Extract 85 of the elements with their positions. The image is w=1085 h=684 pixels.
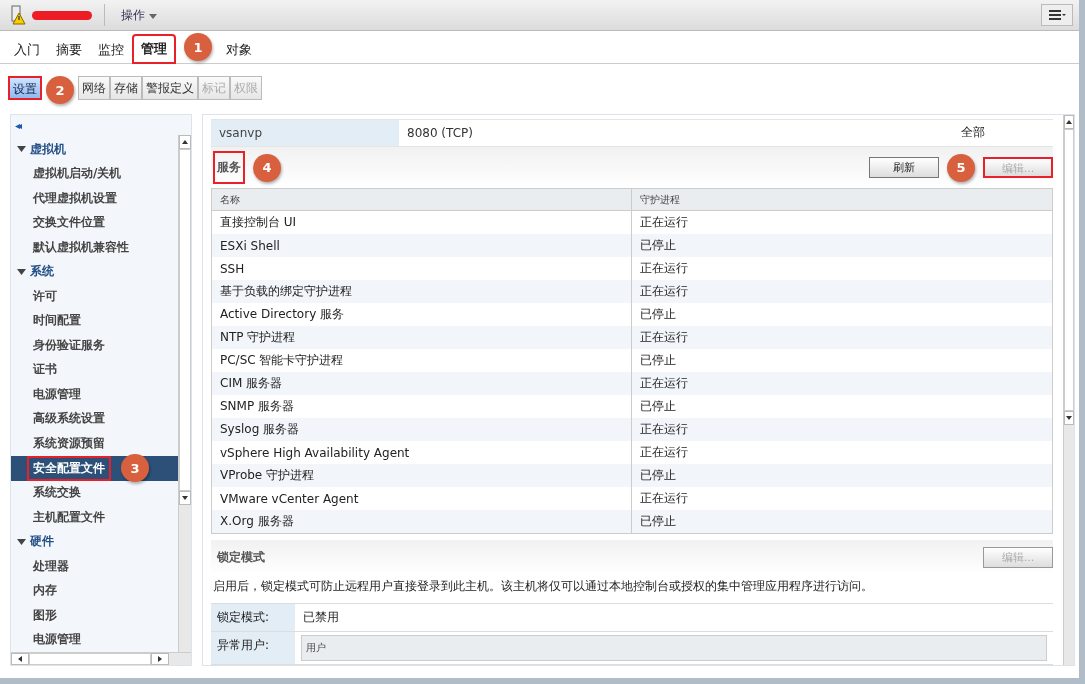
sidebar-item[interactable]: 安全配置文件 xyxy=(27,455,111,481)
table-cell: X.Org 服务器 xyxy=(212,510,632,534)
sidebar-item[interactable]: 身份验证服务 xyxy=(33,336,105,354)
property-value: 已禁用 xyxy=(302,609,340,626)
sidebar-item[interactable]: 代理虚拟机设置 xyxy=(33,189,117,207)
subtab[interactable]: 设置 xyxy=(8,76,42,100)
scroll-down-icon[interactable] xyxy=(182,496,188,500)
host-warning-icon xyxy=(10,5,26,25)
scroll-left-icon[interactable] xyxy=(18,656,22,662)
table-cell-text: 正在运行 xyxy=(639,421,689,439)
callout-badge: 3 xyxy=(121,454,149,482)
menu-icon xyxy=(1048,9,1066,21)
sidebar-item[interactable]: 电源管理 xyxy=(33,631,81,649)
group-label: 系统 xyxy=(30,263,54,281)
sidebar-item[interactable]: 许可 xyxy=(33,287,57,305)
table-cell-text: 正在运行 xyxy=(639,444,689,462)
sidebar-item[interactable]: 时间配置 xyxy=(33,312,81,330)
callout-badge: 5 xyxy=(947,153,975,182)
sidebar-item[interactable]: 处理器 xyxy=(33,557,69,575)
sidebar-item[interactable]: 系统资源预留 xyxy=(33,434,105,452)
sidebar-item[interactable]: 高级系统设置 xyxy=(33,410,105,428)
table-cell-text: 已停止 xyxy=(639,352,677,370)
table-cell-text: 全部 xyxy=(961,124,986,142)
tab[interactable]: 摘要 xyxy=(48,36,90,64)
actions-menu[interactable]: 操作 xyxy=(117,4,161,26)
menu-button[interactable] xyxy=(1041,4,1073,26)
table-cell: vsanvp xyxy=(211,120,399,146)
table-cell-text: 已停止 xyxy=(639,513,677,531)
expand-arrow-icon xyxy=(17,268,26,275)
sidebar-item[interactable]: 内存 xyxy=(33,582,57,600)
column-header[interactable]: 名称 xyxy=(212,189,632,211)
table-cell-text: 正在运行 xyxy=(639,260,689,278)
sidebar-item[interactable]: 证书 xyxy=(33,361,57,379)
table-cell-text: 正在运行 xyxy=(639,214,689,232)
horizontal-scrollbar[interactable] xyxy=(11,652,191,665)
sidebar-item[interactable]: 交换文件位置 xyxy=(33,214,105,232)
property-label: 异常用户: xyxy=(211,632,295,664)
table-cell-text: 正在运行 xyxy=(639,329,689,347)
scrollbar[interactable] xyxy=(1063,115,1074,665)
scrollbar[interactable] xyxy=(178,135,191,652)
table-cell-text: 正在运行 xyxy=(639,375,689,393)
subtab[interactable]: 网络 xyxy=(78,76,110,100)
tree-group[interactable]: 硬件 xyxy=(11,529,178,554)
property-label: 锁定模式: xyxy=(211,604,295,631)
sidebar-item[interactable]: 默认虚拟机兼容性 xyxy=(33,238,129,256)
group-label: 硬件 xyxy=(30,533,54,551)
caret-icon xyxy=(148,13,157,19)
section-title: 锁定模式 xyxy=(216,548,266,566)
sidebar-item[interactable]: 电源管理 xyxy=(33,385,81,403)
tree-group[interactable]: 系统 xyxy=(11,259,178,284)
tab[interactable]: 管理 xyxy=(132,34,176,64)
tab[interactable]: 对象 xyxy=(218,36,260,64)
subtab[interactable]: 警报定义 xyxy=(142,76,198,100)
scroll-up-icon[interactable] xyxy=(182,140,188,144)
table-cell-text: 已停止 xyxy=(639,398,677,416)
scroll-up-icon[interactable] xyxy=(1066,120,1072,124)
column-header[interactable]: 守护进程 xyxy=(632,189,1052,211)
table-cell-text: 已停止 xyxy=(639,237,677,255)
sidebar-item[interactable]: 图形 xyxy=(33,606,57,624)
sidebar-item[interactable]: 系统交换 xyxy=(33,484,81,502)
table-cell-text: 正在运行 xyxy=(639,490,689,508)
scroll-down-icon[interactable] xyxy=(1066,416,1072,420)
group-label: 虚拟机 xyxy=(30,140,66,158)
table-cell-text: 8080 (TCP) xyxy=(406,125,474,140)
sidebar-item[interactable]: 虚拟机启动/关机 xyxy=(33,165,122,183)
table-cell-text: 正在运行 xyxy=(639,283,689,301)
collapse-button[interactable]: ◂◂ xyxy=(11,115,191,135)
tree-group[interactable]: 虚拟机 xyxy=(11,137,178,162)
scroll-right-icon[interactable] xyxy=(158,656,162,662)
tab[interactable]: 入门 xyxy=(6,36,48,64)
table-cell-text: 已停止 xyxy=(639,306,677,324)
redaction-mark xyxy=(32,10,92,20)
description-text: 启用后，锁定模式可防止远程用户直接登录到此主机。该主机将仅可以通过本地控制台或授权的集中管理应用程序进行访问。 xyxy=(212,578,874,595)
tab[interactable]: 监控 xyxy=(90,36,132,64)
callout-badge: 4 xyxy=(253,153,281,182)
sidebar-item[interactable]: 主机配置文件 xyxy=(33,508,105,526)
subtab[interactable]: 存储 xyxy=(110,76,142,100)
expand-arrow-icon xyxy=(17,146,26,153)
table-cell-text: 已停止 xyxy=(639,467,677,485)
section-title: 服务 xyxy=(213,151,245,185)
refresh-button[interactable]: 刷新 xyxy=(869,157,939,179)
callout-badge: 1 xyxy=(184,33,212,61)
column-header[interactable]: 用户 xyxy=(301,635,1047,661)
callout-badge: 2 xyxy=(46,76,74,104)
expand-arrow-icon xyxy=(17,538,26,545)
